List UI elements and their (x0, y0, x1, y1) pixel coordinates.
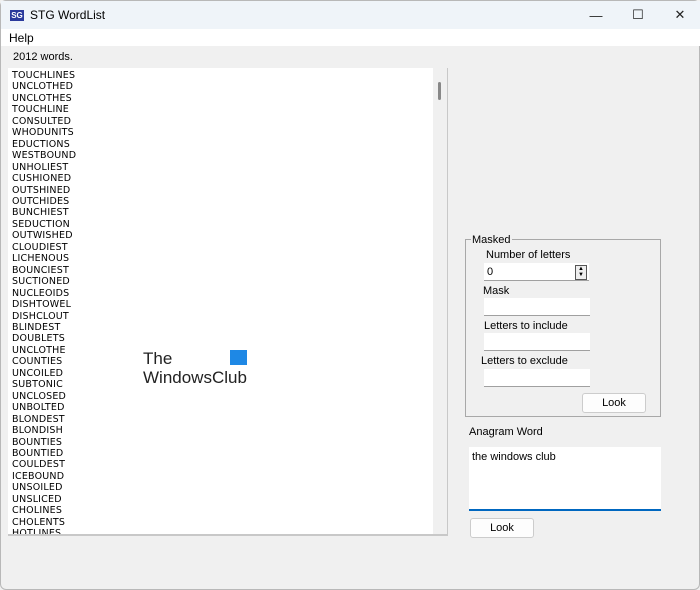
num-letters-label: Number of letters (486, 249, 571, 261)
scrollbar-thumb[interactable] (438, 82, 441, 100)
scrollbar[interactable] (433, 68, 447, 534)
word-list-item[interactable]: SEDUCTION (12, 219, 76, 230)
word-list-item[interactable]: OUTCHIDES (12, 196, 76, 207)
word-list-item[interactable]: CONSULTED (12, 116, 76, 127)
word-list-item[interactable]: SUCTIONED (12, 276, 76, 287)
word-list-item[interactable]: EDUCTIONS (12, 139, 76, 150)
mask-label: Mask (483, 285, 510, 297)
menu-help[interactable]: Help (9, 31, 34, 45)
word-list-item[interactable]: DISHCLOUT (12, 311, 76, 322)
word-list-item[interactable]: COULDEST (12, 459, 76, 470)
word-list-item[interactable]: UNCOILED (12, 368, 76, 379)
word-list[interactable]: TOUCHLINES UNCLOTHED UNCLOTHES TOUCHLINE CON… (8, 68, 448, 536)
word-list-item[interactable]: CLOUDIEST (12, 242, 76, 253)
word-list-item[interactable]: DOUBLETS (12, 333, 76, 344)
word-list-item[interactable]: HOTLINES (12, 528, 76, 534)
minimize-button[interactable]: — (573, 1, 619, 29)
word-list-item[interactable]: COUNTIES (12, 356, 76, 367)
num-letters-input[interactable]: 0 (484, 263, 589, 281)
word-list-item[interactable]: NUCLEOIDS (12, 288, 76, 299)
maximize-button[interactable]: ☐ (615, 1, 661, 29)
word-list-item[interactable]: ICEBOUND (12, 471, 76, 482)
word-list-item[interactable]: WESTBOUND (12, 150, 76, 161)
word-list-item[interactable]: TOUCHLINE (12, 104, 76, 115)
menu-bar: Help (1, 29, 700, 46)
word-list-item[interactable]: OUTSHINED (12, 185, 76, 196)
num-letters-spinner[interactable]: ▲ ▼ (575, 265, 587, 280)
word-list-item[interactable]: BLONDEST (12, 414, 76, 425)
word-count: 2012 words. (13, 51, 73, 63)
word-list-item[interactable]: UNCLOTHED (12, 81, 76, 92)
anagram-look-button[interactable]: Look (470, 518, 534, 538)
word-list-item[interactable]: UNCLOTHE (12, 345, 76, 356)
anagram-label: Anagram Word (469, 426, 543, 438)
word-list-item[interactable]: TOUCHLINES (12, 70, 76, 81)
masked-group-title: Masked (471, 234, 512, 246)
word-list-item[interactable]: BOUNCIEST (12, 265, 76, 276)
exclude-input[interactable] (484, 369, 590, 387)
word-list-item[interactable]: CHOLINES (12, 505, 76, 516)
mask-input[interactable] (484, 298, 590, 316)
word-list-item[interactable]: WHODUNITS (12, 127, 76, 138)
word-list-item[interactable]: DISHTOWEL (12, 299, 76, 310)
include-label: Letters to include (484, 320, 568, 332)
word-list-item[interactable]: BLONDISH (12, 425, 76, 436)
app-icon: SG (10, 9, 24, 21)
word-list-item[interactable]: CUSHIONED (12, 173, 76, 184)
word-list-item[interactable]: LICHENOUS (12, 253, 76, 264)
include-input[interactable] (484, 333, 590, 351)
word-list-item[interactable]: UNSLICED (12, 494, 76, 505)
word-list-item[interactable]: SUBTONIC (12, 379, 76, 390)
word-list-item[interactable]: UNSOILED (12, 482, 76, 493)
word-list-item[interactable]: UNHOLIEST (12, 162, 76, 173)
word-list-item[interactable]: UNCLOTHES (12, 93, 76, 104)
word-list-item[interactable]: CHOLENTS (12, 517, 76, 528)
word-list-item[interactable]: UNBOLTED (12, 402, 76, 413)
word-list-item[interactable]: OUTWISHED (12, 230, 76, 241)
anagram-input[interactable]: the windows club (469, 447, 661, 511)
word-list-item[interactable]: UNCLOSED (12, 391, 76, 402)
window-title: STG WordList (30, 8, 106, 22)
word-list-item[interactable]: BOUNTIES (12, 437, 76, 448)
word-list-item[interactable]: BUNCHIEST (12, 207, 76, 218)
word-list-item[interactable]: BOUNTIED (12, 448, 76, 459)
title-bar: SG STG WordList — ☐ ✕ (1, 1, 700, 29)
word-list-items: TOUCHLINES UNCLOTHED UNCLOTHES TOUCHLINE CON… (12, 70, 76, 534)
word-list-item[interactable]: BLINDEST (12, 322, 76, 333)
exclude-label: Letters to exclude (481, 355, 568, 367)
close-button[interactable]: ✕ (657, 1, 700, 29)
masked-look-button[interactable]: Look (582, 393, 646, 413)
